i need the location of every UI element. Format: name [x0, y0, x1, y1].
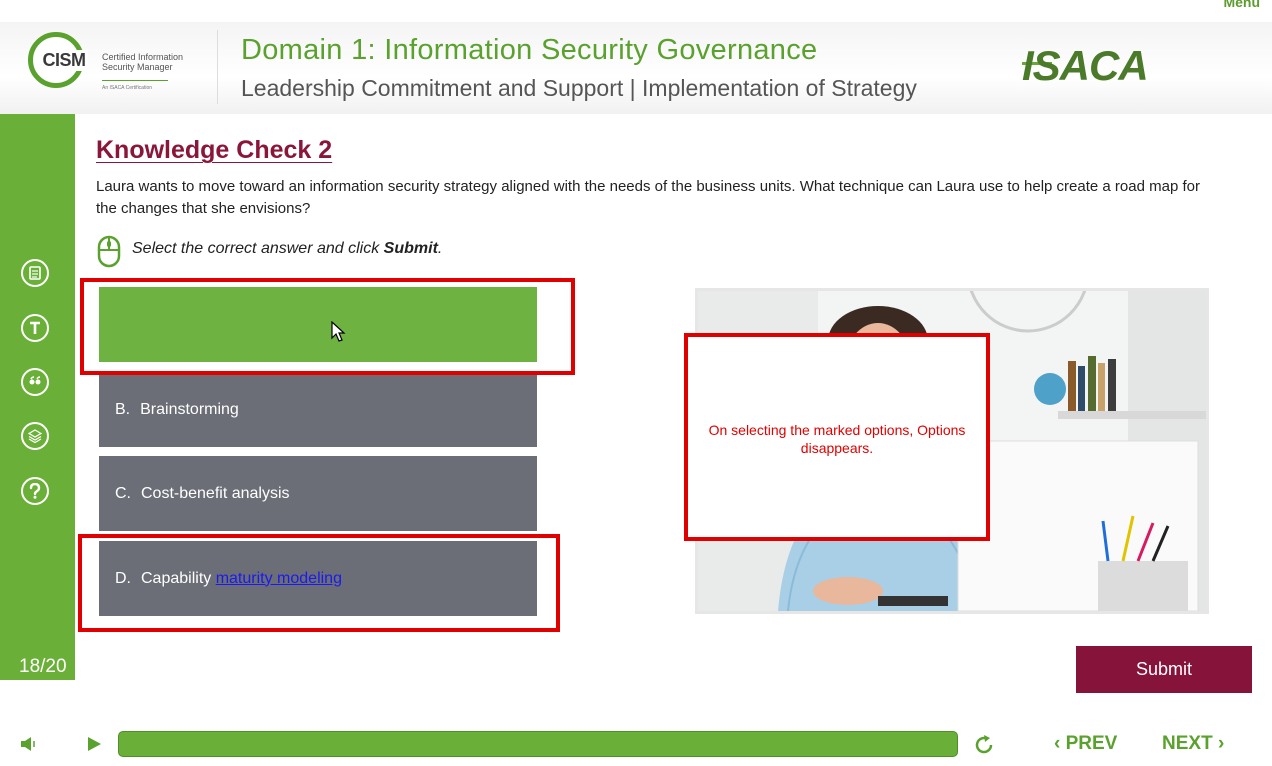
- domain-title: Domain 1: Information Security Governanc…: [241, 34, 818, 66]
- sidebar: [0, 114, 75, 680]
- next-label: NEXT: [1162, 733, 1213, 754]
- highlight-box-option-a: [80, 278, 575, 375]
- prev-label: PREV: [1065, 733, 1118, 754]
- cism-logo: CISM: [28, 32, 88, 88]
- isaca-logo: ISACA: [1022, 42, 1149, 89]
- annotation-note: On selecting the marked options, Options…: [684, 333, 990, 541]
- cursor-icon: [331, 321, 346, 342]
- replay-icon[interactable]: [972, 733, 996, 757]
- instruction-prefix: Select the correct answer and click: [132, 240, 384, 257]
- domain-subtitle: Leadership Commitment and Support | Impl…: [241, 75, 917, 101]
- progress-bar[interactable]: [118, 731, 958, 757]
- prev-button[interactable]: ‹ PREV: [1054, 733, 1117, 755]
- cism-logo-text: CISM: [40, 49, 88, 71]
- option-c[interactable]: C. Cost-benefit analysis: [99, 456, 537, 531]
- transcript-icon[interactable]: [21, 314, 49, 342]
- mouse-icon: [97, 235, 121, 268]
- page-title: Knowledge Check 2: [96, 136, 333, 164]
- help-icon[interactable]: [21, 477, 49, 505]
- menu-link[interactable]: Menu: [1223, 0, 1260, 10]
- header-divider: [217, 30, 218, 104]
- highlight-box-option-d: [78, 534, 560, 632]
- cism-logo-subtitle: Certified Information Security Manager: [102, 52, 183, 72]
- layers-icon[interactable]: [21, 422, 49, 450]
- play-icon[interactable]: [86, 736, 102, 752]
- submit-button[interactable]: Submit: [1076, 646, 1252, 693]
- question-text: Laura wants to move toward an informatio…: [96, 178, 1200, 217]
- glossary-icon[interactable]: [21, 259, 49, 287]
- chevron-right-icon: ›: [1212, 733, 1225, 754]
- instruction-suffix: .: [437, 240, 443, 257]
- cism-logo-line1: Certified Information: [102, 52, 184, 62]
- instruction-text: Select the correct answer and click Subm…: [132, 240, 442, 258]
- option-c-letter: C.: [115, 484, 131, 502]
- volume-icon[interactable]: [20, 736, 40, 752]
- cism-logo-tagline: An ISACA Certification: [102, 85, 153, 91]
- cism-logo-divider: [102, 80, 168, 81]
- next-button[interactable]: NEXT ›: [1162, 733, 1224, 755]
- option-b[interactable]: B. Brainstorming: [99, 372, 537, 447]
- page-counter: 18/20: [19, 656, 67, 677]
- chevron-left-icon: ‹: [1054, 733, 1066, 754]
- cism-logo-line2: Security Manager: [102, 62, 173, 72]
- instruction-action: Submit: [383, 240, 438, 257]
- option-c-text: Cost-benefit analysis: [141, 484, 290, 502]
- course-header: CISM Certified Information Security Mana…: [0, 22, 1272, 114]
- option-b-text: Brainstorming: [140, 400, 239, 418]
- option-b-letter: B.: [115, 400, 131, 418]
- quote-icon[interactable]: [21, 368, 49, 396]
